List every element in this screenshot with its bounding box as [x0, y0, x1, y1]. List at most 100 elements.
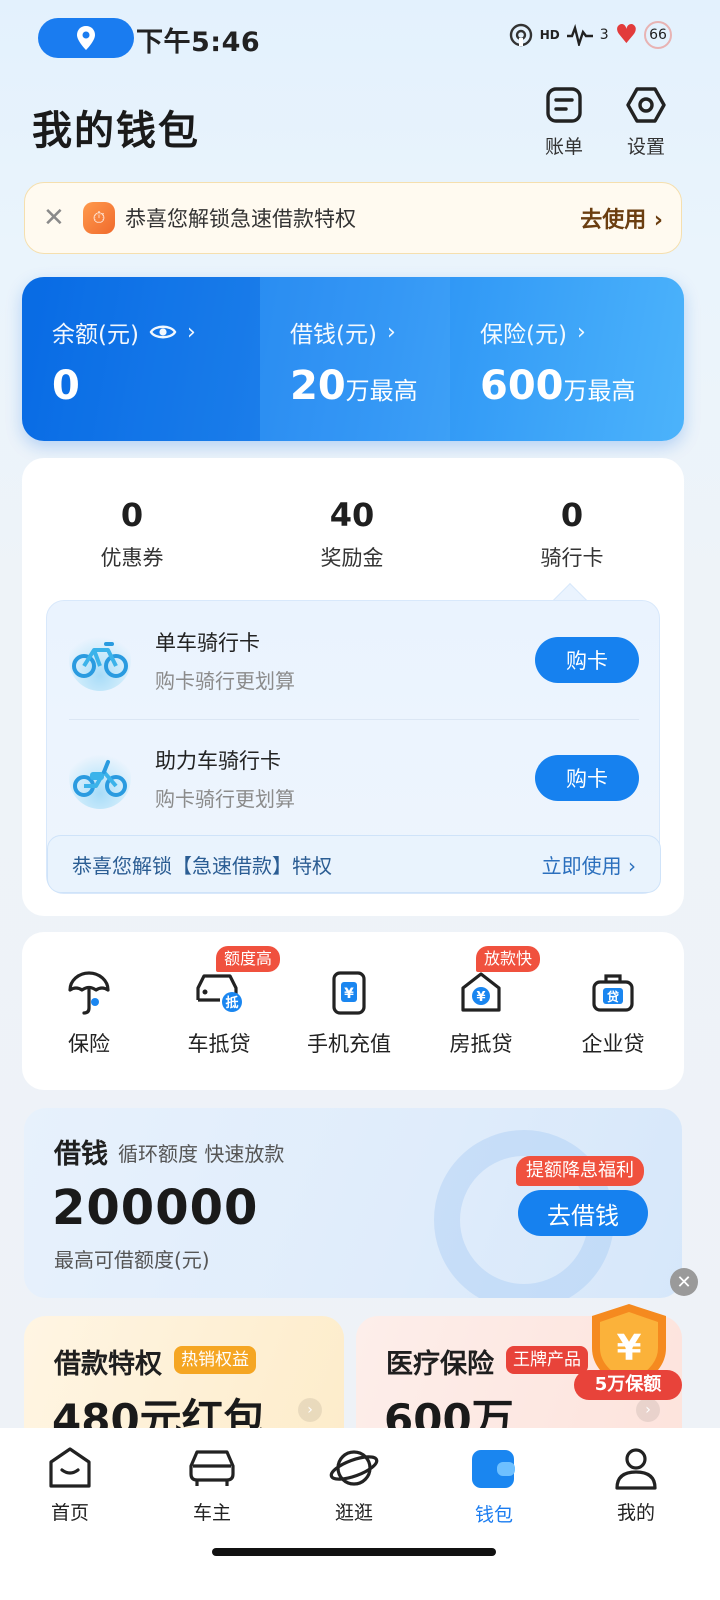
ebike-card-buy-button[interactable]: 购卡 — [535, 755, 639, 801]
service-business-loan-label: 企业贷 — [581, 1032, 645, 1056]
tab-car-owner[interactable]: 车主 — [162, 1446, 262, 1525]
insurance-label: 保险(元) — [480, 322, 567, 348]
eye-icon[interactable] — [149, 322, 177, 342]
ride-cards-label: 骑行卡 — [540, 546, 604, 570]
house-loan-icon: ¥ — [461, 972, 501, 1012]
status-icons: HD 3 ♥ 66 — [508, 20, 672, 50]
balance-value: 0 — [52, 363, 80, 409]
ride-privilege-cta-label: 立即使用 — [541, 853, 622, 878]
bike-card-row[interactable]: 单车骑行卡 购卡骑行更划算 购卡 — [47, 601, 661, 719]
tab-explore-label: 逛逛 — [334, 1502, 373, 1524]
shield-glyph: ¥ — [616, 1328, 641, 1369]
ebike-icon — [69, 747, 131, 809]
ride-cards-count: 0 — [560, 496, 584, 534]
borrow-suffix: 万最高 — [345, 377, 418, 405]
coupons-label: 优惠券 — [100, 546, 164, 570]
coupons-stat[interactable]: 0 优惠券 — [52, 496, 212, 572]
service-car-mortgage-badge: 额度高 — [216, 946, 281, 972]
loan-card[interactable]: 借钱 循环额度 快速放款 200000 最高可借额度(元) 去借钱 提额降息福利 — [24, 1108, 682, 1298]
location-pin-icon — [77, 26, 95, 50]
service-car-mortgage-label: 车抵贷 — [187, 1032, 251, 1056]
bike-card-subtitle: 购卡骑行更划算 — [155, 668, 295, 693]
service-house-mortgage[interactable]: 放款快 ¥ 房抵贷 — [416, 946, 546, 1058]
insurance-section[interactable]: 保险(元) › 600万最高 — [450, 277, 684, 441]
chevron-right-icon: › — [576, 319, 586, 345]
settings-icon — [626, 87, 666, 123]
car-icon — [189, 1450, 235, 1486]
heart-icon: ♥ — [614, 20, 638, 50]
briefcase-icon: 贷 — [592, 974, 634, 1012]
rewards-stat[interactable]: 40 奖励金 — [272, 496, 432, 572]
close-float-icon[interactable]: ✕ — [670, 1268, 698, 1296]
settings-label: 设置 — [626, 136, 665, 158]
ride-privilege-banner[interactable]: 恭喜您解锁【急速借款】特权 立即使用 › — [47, 835, 661, 893]
close-icon[interactable]: ✕ — [43, 203, 73, 233]
insurance-value: 600 — [480, 363, 564, 409]
balance-label: 余额(元) — [52, 322, 139, 348]
insurance-shield-badge[interactable]: ¥ 5万保额 — [574, 1302, 682, 1400]
chevron-right-icon: › — [628, 853, 636, 878]
bicycle-icon — [69, 629, 131, 691]
service-house-mortgage-badge: 放款快 — [476, 946, 541, 972]
tab-explore[interactable]: 逛逛 — [304, 1446, 404, 1525]
service-insurance[interactable]: 保险 — [24, 970, 154, 1058]
tab-profile[interactable]: 我的 — [586, 1446, 686, 1525]
signal-icon — [566, 24, 593, 46]
ebike-card-subtitle: 购卡骑行更划算 — [155, 786, 295, 811]
tab-home-label: 首页 — [50, 1502, 89, 1524]
ride-cards-stat[interactable]: 0 骑行卡 — [492, 496, 652, 572]
battery-level: 66 — [649, 27, 667, 43]
coupons-count: 0 — [120, 496, 144, 534]
car-loan-glyph: 抵 — [225, 995, 238, 1011]
chevron-right-icon: › — [653, 208, 663, 233]
notice-use-button[interactable]: 去使用 › — [580, 202, 663, 234]
wallet-icon — [472, 1450, 515, 1488]
ebike-card-row[interactable]: 助力车骑行卡 购卡骑行更划算 购卡 — [47, 719, 661, 837]
location-pill[interactable] — [38, 18, 134, 58]
tab-wallet[interactable]: 钱包 — [444, 1446, 544, 1527]
tab-home[interactable]: 首页 — [20, 1446, 120, 1525]
shield-badge-label: 5万保额 — [574, 1370, 682, 1400]
rewards-label: 奖励金 — [320, 546, 384, 570]
loan-caption: 最高可借额度(元) — [54, 1248, 210, 1272]
ride-privilege-text: 恭喜您解锁【急速借款】特权 — [72, 853, 332, 878]
bike-card-buy-button[interactable]: 购卡 — [535, 637, 639, 683]
business-loan-glyph: 贷 — [607, 989, 619, 1004]
wallet-assets-card: 0 优惠券 40 奖励金 0 骑行卡 单车骑行卡 购卡骑行更划算 购卡 助力车骑… — [22, 458, 684, 916]
go-borrow-button[interactable]: 去借钱 — [518, 1190, 648, 1236]
hd-indicator: HD — [539, 28, 560, 42]
borrow-value: 20 — [290, 363, 346, 409]
service-business-loan[interactable]: 贷 企业贷 — [548, 970, 678, 1058]
notice-cta-label: 去使用 — [580, 208, 647, 233]
status-time: 下午5:46 — [136, 27, 261, 58]
tab-car-owner-label: 车主 — [192, 1502, 231, 1524]
chevron-right-icon: › — [186, 319, 196, 345]
service-house-mortgage-label: 房抵贷 — [449, 1032, 513, 1056]
home-indicator[interactable] — [212, 1548, 496, 1556]
bike-card-title: 单车骑行卡 — [155, 630, 260, 655]
stopwatch-icon: ⏱ — [83, 202, 115, 234]
promo-borrow-tag: 热销权益 — [174, 1346, 256, 1374]
tab-profile-label: 我的 — [616, 1502, 655, 1524]
car-loan-glyph-text: 抵 — [225, 995, 238, 1011]
planet-icon — [329, 1450, 379, 1486]
house-loan-glyph: ¥ — [476, 990, 485, 1005]
home-icon — [49, 1447, 91, 1488]
settings-button[interactable]: 设置 — [614, 86, 678, 159]
service-phone-recharge-label: 手机充值 — [307, 1032, 391, 1056]
insurance-suffix: 万最高 — [563, 377, 636, 405]
service-phone-recharge[interactable]: ¥ 手机充值 — [284, 970, 414, 1058]
tab-wallet-label: 钱包 — [474, 1504, 513, 1526]
bill-icon — [546, 87, 582, 123]
promo-medical-tag: 王牌产品 — [506, 1346, 588, 1374]
service-car-mortgage[interactable]: 额度高 抵 车抵贷 — [154, 946, 284, 1058]
chevron-right-icon: › — [298, 1398, 322, 1422]
user-icon — [615, 1448, 657, 1490]
balance-section[interactable]: 余额(元) › 0 — [22, 277, 260, 441]
privilege-notice[interactable]: ✕ ⏱ 恭喜您解锁急速借款特权 去使用 › — [24, 182, 682, 254]
promo-medical-title: 医疗保险 — [386, 1349, 494, 1380]
bill-button[interactable]: 账单 — [532, 86, 596, 159]
ride-privilege-cta[interactable]: 立即使用 › — [542, 850, 636, 879]
borrow-section[interactable]: 借钱(元) › 20万最高 — [260, 277, 450, 441]
phone-recharge-glyph: ¥ — [344, 986, 354, 1002]
